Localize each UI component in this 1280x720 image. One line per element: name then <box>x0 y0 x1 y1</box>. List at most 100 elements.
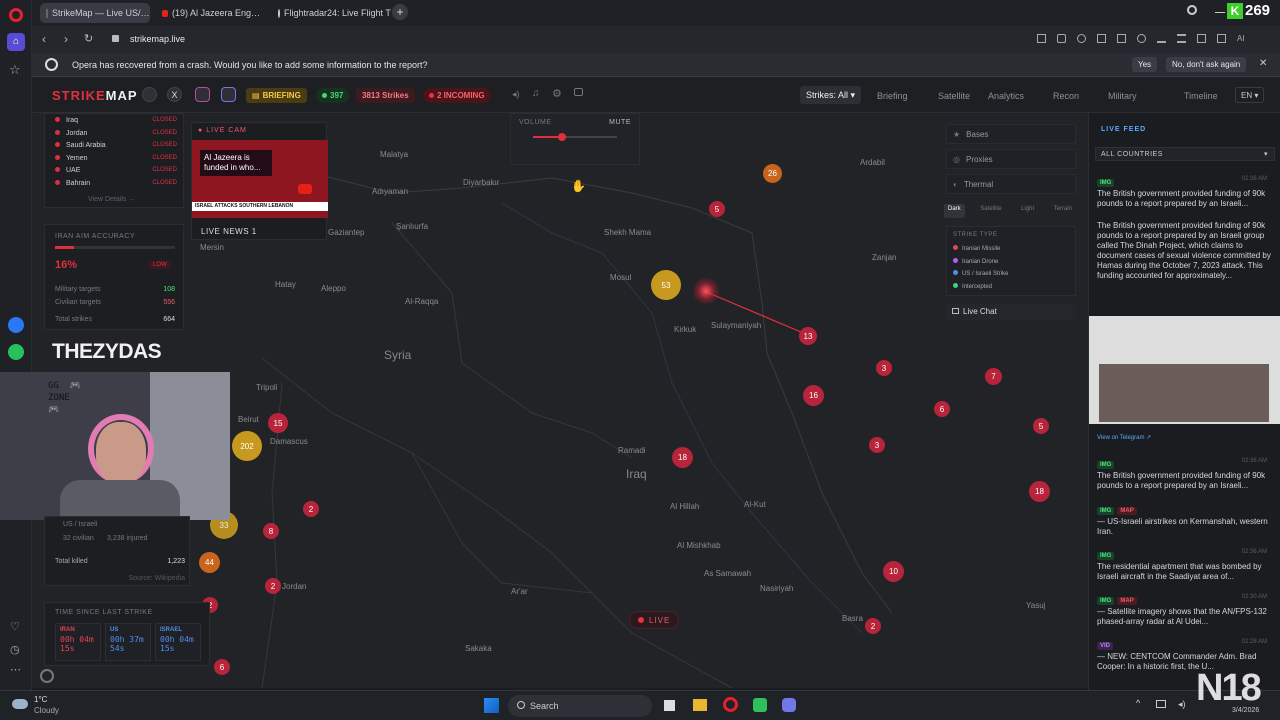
strike-cluster-marker[interactable]: 10 <box>883 561 904 582</box>
chat-icon[interactable] <box>574 88 583 96</box>
more-icon[interactable]: ⋯ <box>10 663 21 676</box>
edit-icon[interactable] <box>1037 34 1046 43</box>
language-selector[interactable]: EN ▾ <box>1235 87 1265 103</box>
strike-cluster-marker[interactable]: 5 <box>709 201 725 217</box>
strike-cluster-marker[interactable]: 5 <box>1033 418 1049 434</box>
feed-item[interactable]: IMG 02:36 AM The residential apartment t… <box>1097 548 1271 582</box>
windows-start-icon[interactable] <box>484 698 499 713</box>
strike-cluster-marker[interactable]: 202 <box>232 431 262 461</box>
strike-cluster-marker[interactable]: 26 <box>763 164 782 183</box>
incoming-badge[interactable]: 2 INCOMING <box>423 88 491 103</box>
task-view-icon[interactable] <box>664 700 675 711</box>
close-icon[interactable]: ✕ <box>1259 58 1267 69</box>
bookmark-icon[interactable]: ☆ <box>9 62 21 78</box>
nav-satellite[interactable]: Satellite <box>938 91 970 101</box>
tray-chevron-icon[interactable]: ^ <box>1136 698 1140 708</box>
strike-cluster-marker[interactable]: 16 <box>803 385 824 406</box>
feed-item[interactable]: IMG 02:36 AM The British government prov… <box>1097 175 1271 209</box>
search-icon[interactable] <box>1187 5 1197 15</box>
strike-type-item[interactable]: Iranian Drone <box>953 257 998 265</box>
menu-icon[interactable] <box>1177 34 1186 43</box>
reload-icon[interactable]: ↻ <box>84 32 93 45</box>
live-news-label[interactable]: LIVE NEWS 1 <box>201 227 257 236</box>
forward-icon[interactable]: › <box>64 32 68 46</box>
mute-button[interactable]: MUTE <box>609 119 631 126</box>
extension-icon[interactable] <box>1097 34 1106 43</box>
ai-icon[interactable]: AI <box>1237 34 1251 43</box>
strike-cluster-marker[interactable]: 44 <box>199 552 220 573</box>
strike-cluster-marker[interactable]: 3 <box>876 360 892 376</box>
back-icon[interactable]: ‹ <box>42 32 46 46</box>
strike-type-item[interactable]: Iranian Missile <box>953 245 1000 252</box>
telegram-link[interactable]: View on Telegram ↗ <box>1097 434 1151 441</box>
country-filter-dropdown[interactable]: ALL COUNTRIES ▾ <box>1095 147 1275 161</box>
crash-yes-button[interactable]: Yes <box>1132 57 1158 72</box>
speaker-icon[interactable]: ◂) <box>512 89 520 100</box>
site-logo[interactable]: STRIKEMAP <box>52 88 138 103</box>
shield-icon[interactable] <box>1077 34 1086 43</box>
strike-cluster-marker[interactable]: 18 <box>672 447 693 468</box>
map-style-tab[interactable]: Satellite <box>976 204 1005 218</box>
minimize-icon[interactable] <box>1215 12 1225 13</box>
strike-cluster-marker[interactable]: 2 <box>865 618 881 634</box>
volume-icon[interactable]: ◂) <box>1178 699 1186 710</box>
strike-cluster-marker[interactable]: 3 <box>869 437 885 453</box>
tab-aljazeera[interactable]: (19) Al Jazeera Eng… <box>156 3 266 23</box>
telegram-icon[interactable] <box>142 87 157 102</box>
map-style-tab[interactable]: Dark <box>944 204 965 218</box>
wallet-icon[interactable] <box>1197 34 1206 43</box>
strike-cluster-marker[interactable]: 6 <box>214 659 230 675</box>
taskbar-search[interactable]: Search <box>508 695 652 717</box>
briefing-button[interactable]: ▤ BRIEFING <box>246 88 307 103</box>
camera-icon[interactable] <box>1057 34 1066 43</box>
live-chat-button[interactable]: Live Chat <box>946 304 1076 320</box>
feed-item[interactable]: IMG MAP — US-Israeli airstrikes on Kerma… <box>1097 503 1271 537</box>
view-details-link[interactable]: View Details → <box>88 196 135 203</box>
strike-cluster-marker[interactable]: 2 <box>303 501 319 517</box>
nav-briefing[interactable]: Briefing <box>877 91 908 101</box>
file-explorer-icon[interactable] <box>693 699 707 711</box>
volume-knob[interactable] <box>558 133 567 141</box>
whatsapp-icon[interactable] <box>8 344 24 360</box>
feed-item[interactable]: IMG 02:36 AM The British government prov… <box>1097 457 1271 491</box>
heart-icon[interactable]: ♡ <box>10 620 20 633</box>
url-field[interactable]: strikemap.live <box>130 34 185 44</box>
history-icon[interactable]: ◷ <box>10 643 20 656</box>
map-style-tab[interactable]: Light <box>1017 204 1038 218</box>
layer-toggle[interactable]: ◎ Proxies <box>946 149 1076 169</box>
home-icon[interactable]: ⌂ <box>7 33 25 51</box>
strike-cluster-marker[interactable]: 13 <box>799 327 817 345</box>
gear-icon[interactable]: ⚙ <box>552 87 562 100</box>
opera-logo-icon[interactable] <box>9 8 23 22</box>
feed-item[interactable]: IMG MAP 02:30 AM — Satellite imagery sho… <box>1097 593 1271 627</box>
discord-taskbar-icon[interactable] <box>782 698 796 712</box>
network-icon[interactable] <box>1156 700 1166 708</box>
strike-cluster-marker[interactable]: 15 <box>268 413 288 433</box>
messenger-icon[interactable] <box>8 317 24 333</box>
strike-cluster-marker[interactable]: 8 <box>263 523 279 539</box>
heart-icon[interactable] <box>1137 34 1146 43</box>
play-icon[interactable] <box>1117 34 1126 43</box>
app-taskbar-icon[interactable] <box>753 698 767 712</box>
nav-military[interactable]: Military <box>1108 91 1137 101</box>
crash-no-button[interactable]: No, don't ask again <box>1166 57 1247 72</box>
strike-cluster-marker[interactable]: 6 <box>934 401 950 417</box>
instagram-icon[interactable] <box>195 87 210 102</box>
strike-cluster-marker[interactable]: 53 <box>651 270 681 300</box>
strike-cluster-marker[interactable]: 7 <box>985 368 1002 385</box>
map-style-tab[interactable]: Terrain <box>1050 204 1076 218</box>
discord-icon[interactable] <box>221 87 236 102</box>
opera-taskbar-icon[interactable] <box>723 697 738 712</box>
weather-icon[interactable] <box>12 699 28 709</box>
tab-flightradar[interactable]: Flightradar24: Live Flight T… <box>272 3 392 23</box>
strike-type-item[interactable]: Intercepted <box>953 282 992 290</box>
strikes-filter-dropdown[interactable]: Strikes: All ▾ <box>800 86 862 104</box>
new-tab-button[interactable]: + <box>392 4 408 20</box>
strike-cluster-marker[interactable]: 18 <box>1029 481 1050 502</box>
layer-toggle[interactable]: ★ Bases <box>946 124 1076 144</box>
nav-analytics[interactable]: Analytics <box>988 91 1024 101</box>
tab-strikemap[interactable]: StrikeMap — Live US/… <box>40 3 150 23</box>
download-icon[interactable] <box>1157 34 1166 43</box>
layer-toggle[interactable]: ◐ Thermal <box>946 174 1076 194</box>
feed-image[interactable] <box>1089 316 1280 424</box>
